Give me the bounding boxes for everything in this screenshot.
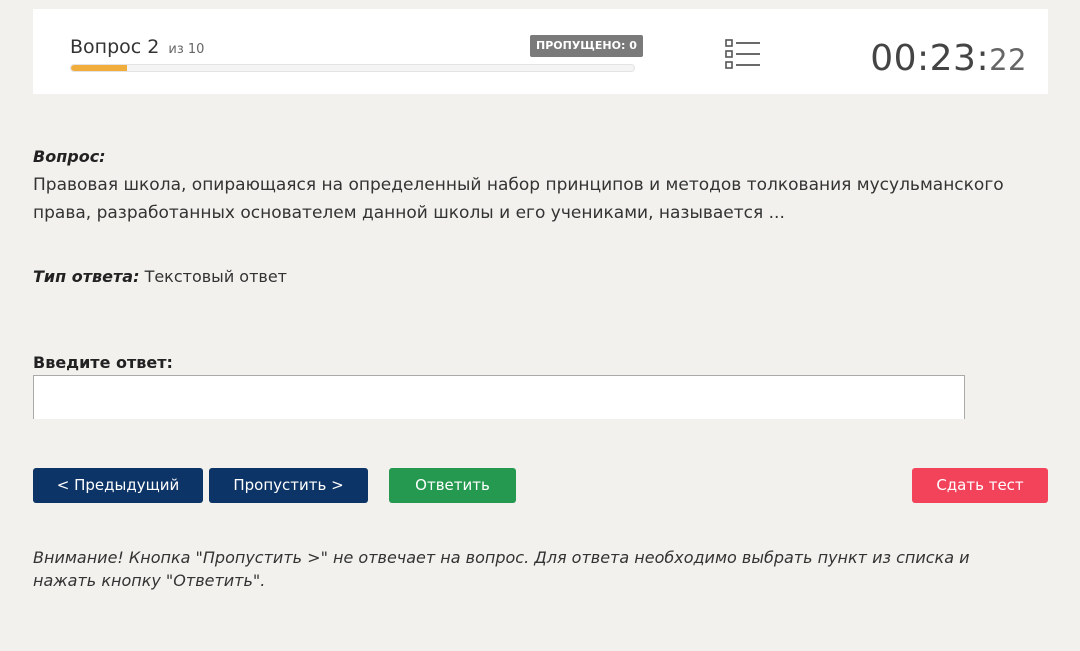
answer-input[interactable]	[33, 375, 965, 419]
question-total: из 10	[168, 42, 205, 57]
skip-warning-text: Внимание! Кнопка "Пропустить >" не отвеч…	[33, 548, 970, 590]
timer-seconds: 22	[989, 43, 1027, 77]
skipped-count-badge: ПРОПУЩЕНО: 0	[530, 35, 643, 57]
answer-type: Тип ответа: Текстовый ответ	[33, 267, 287, 286]
finish-test-button[interactable]: Сдать тест	[912, 468, 1048, 503]
progress-bar-fill	[71, 65, 128, 71]
question-list-icon[interactable]	[725, 38, 761, 72]
skip-button[interactable]: Пропустить >	[209, 468, 368, 503]
answer-type-value: Текстовый ответ	[144, 267, 287, 286]
answer-input-label: Введите ответ:	[33, 353, 173, 372]
list-icon	[725, 39, 760, 69]
progress-bar	[70, 64, 635, 72]
answer-type-label: Тип ответа:	[33, 267, 140, 286]
test-page: Вопрос 2 из 10 ПРОПУЩЕНО: 0 00:23:22 Воп…	[0, 0, 1080, 651]
previous-button[interactable]: < Предыдущий	[33, 468, 203, 503]
question-text: Правовая школа, опирающаяся на определен…	[33, 175, 1004, 223]
question-number: Вопрос 2	[70, 36, 160, 58]
timer-main: 00:23:	[870, 38, 990, 79]
question-header: Вопрос 2 из 10 ПРОПУЩЕНО: 0 00:23:22	[33, 9, 1048, 94]
question-heading: Вопрос:	[33, 147, 106, 166]
answer-button[interactable]: Ответить	[389, 468, 516, 503]
countdown-timer: 00:23:22	[870, 38, 1027, 79]
question-counter: Вопрос 2 из 10	[70, 36, 204, 58]
